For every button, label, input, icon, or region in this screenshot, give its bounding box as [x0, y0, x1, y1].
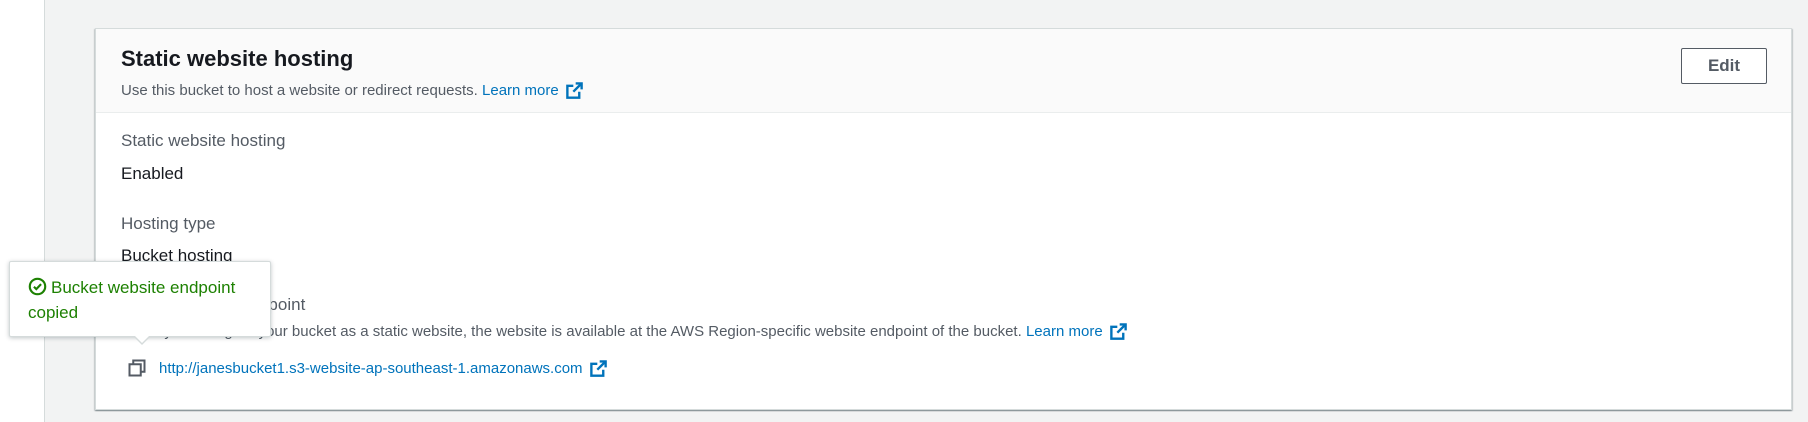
static-website-hosting-panel: Static website hosting Use this bucket t… — [95, 28, 1792, 410]
panel-description-text: Use this bucket to host a website or red… — [121, 82, 478, 99]
learn-more-link[interactable]: Learn more — [482, 82, 559, 99]
edit-button[interactable]: Edit — [1681, 48, 1767, 84]
toast-content: Bucket website endpoint copied — [28, 275, 258, 325]
external-link-icon[interactable] — [589, 359, 608, 378]
endpoint-learn-more-link[interactable]: Learn more — [1026, 323, 1103, 340]
toast-arrow — [133, 335, 151, 345]
hosting-status-value: Enabled — [121, 164, 184, 183]
panel-header: Static website hosting Use this bucket t… — [96, 29, 1791, 113]
panel-title: Static website hosting — [121, 46, 354, 71]
endpoint-url-row: http://janesbucket1.s3-website-ap-southe… — [127, 358, 608, 378]
endpoint-url-link[interactable]: http://janesbucket1.s3-website-ap-southe… — [159, 360, 583, 377]
hosting-type-label: Hosting type — [121, 214, 216, 233]
copy-icon[interactable] — [127, 358, 147, 378]
toast-message: Bucket website endpoint copied — [28, 278, 236, 322]
panel-description: Use this bucket to host a website or red… — [121, 81, 584, 100]
endpoint-description: When you configure your bucket as a stat… — [121, 322, 1128, 341]
navigation-sidebar — [0, 0, 45, 422]
copied-toast: Bucket website endpoint copied — [9, 261, 271, 337]
external-link-icon[interactable] — [1109, 322, 1128, 341]
check-circle-icon — [28, 277, 47, 296]
external-link-icon[interactable] — [565, 81, 584, 100]
hosting-status-label: Static website hosting — [121, 131, 286, 150]
